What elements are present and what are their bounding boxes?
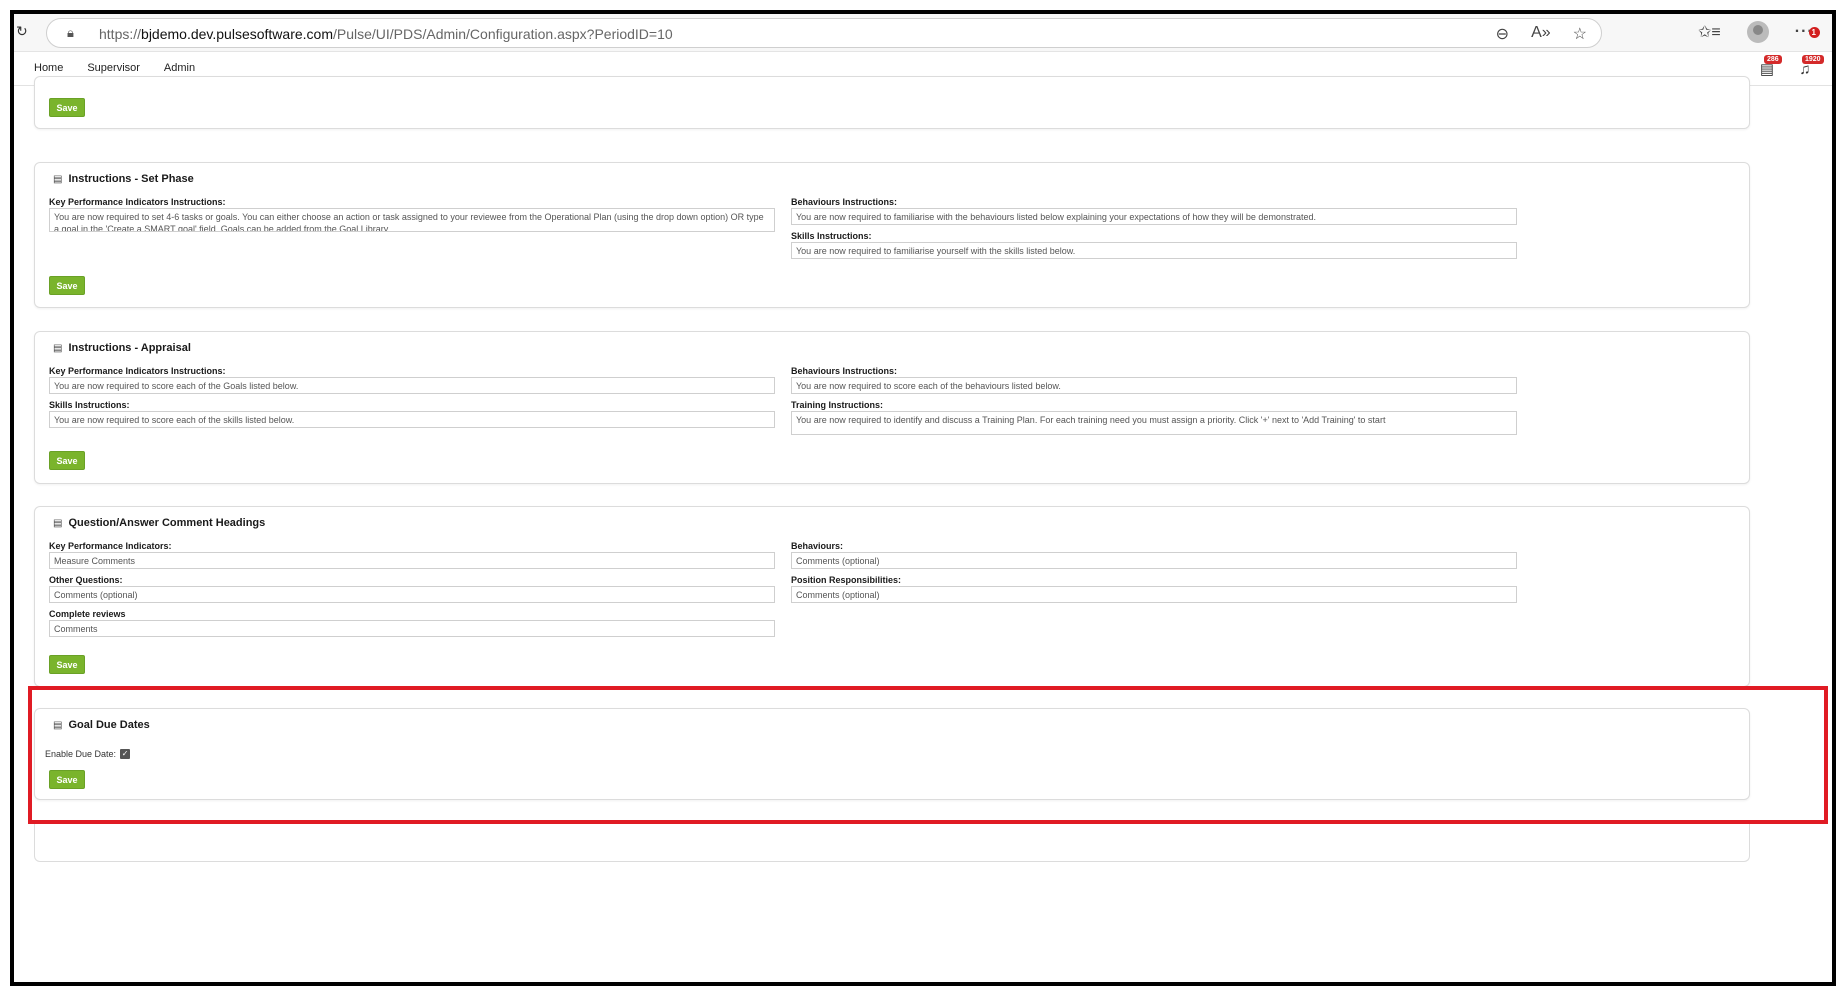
nav-home[interactable]: Home [34, 62, 63, 74]
screenshot-frame: ↻ 🔒︎ https://bjdemo.dev.pulsesoftware.co… [10, 10, 1836, 986]
panel-appraisal: ▤ Instructions - Appraisal Key Performanc… [34, 331, 1750, 484]
panel-bottom-edge [34, 822, 1750, 862]
behaviours-instructions-input[interactable]: You are now required to familiarise with… [791, 208, 1517, 225]
kpi-instructions-label: Key Performance Indicators Instructions: [49, 197, 226, 207]
url-text: https://bjdemo.dev.pulsesoftware.com/Pul… [99, 26, 673, 42]
reload-icon[interactable]: ↻ [16, 23, 28, 40]
kpi-instructions-label: Key Performance Indicators Instructions: [49, 366, 226, 376]
list-icon: ▤ [53, 173, 63, 185]
messages-icon[interactable]: ▤ 286 [1756, 55, 1782, 78]
notifications-bell-icon[interactable]: ♫ 1920 [1794, 55, 1824, 78]
complete-reviews-label: Complete reviews [49, 609, 126, 619]
other-questions-label: Other Questions: [49, 575, 123, 585]
skills-instructions-label: Skills Instructions: [49, 400, 130, 410]
skills-instructions-input[interactable]: You are now required to score each of th… [49, 411, 775, 428]
favorite-star-icon[interactable]: ☆ [1573, 24, 1587, 44]
kpi-heading-input[interactable]: Measure Comments [49, 552, 775, 569]
more-options-icon[interactable]: ··· 1 [1795, 23, 1820, 41]
list-icon: ▤ [53, 517, 63, 529]
nav-admin[interactable]: Admin [164, 62, 195, 74]
panel-set-phase: ▤ Instructions - Set Phase Key Performanc… [34, 162, 1750, 308]
messages-badge: 286 [1764, 55, 1782, 64]
behaviours-instructions-label: Behaviours Instructions: [791, 197, 898, 207]
behaviours-heading-label: Behaviours: [791, 541, 844, 551]
more-badge: 1 [1808, 27, 1820, 38]
kpi-heading-label: Key Performance Indicators: [49, 541, 172, 551]
favorites-icon[interactable]: ✩≡ [1698, 22, 1721, 42]
skills-instructions-label: Skills Instructions: [791, 231, 872, 241]
nav-supervisor[interactable]: Supervisor [87, 62, 140, 74]
browser-toolbar: ↻ 🔒︎ https://bjdemo.dev.pulsesoftware.co… [14, 14, 1832, 52]
training-instructions-label: Training Instructions: [791, 400, 884, 410]
kpi-instructions-input[interactable]: You are now required to score each of th… [49, 377, 775, 394]
position-responsibilities-input[interactable]: Comments (optional) [791, 586, 1517, 603]
read-aloud-icon[interactable]: A» [1531, 24, 1551, 44]
profile-avatar-icon[interactable] [1746, 21, 1769, 43]
panel-title: Question/Answer Comment Headings [68, 517, 266, 529]
kpi-instructions-input[interactable]: You are now required to set 4-6 tasks or… [49, 208, 775, 232]
save-button-set-phase[interactable]: Save [49, 276, 85, 295]
other-questions-input[interactable]: Comments (optional) [49, 586, 775, 603]
panel-previous: Save [34, 76, 1750, 129]
save-button-appraisal[interactable]: Save [49, 451, 85, 470]
panel-qa-headings: ▤ Question/Answer Comment Headings Key Pe… [34, 506, 1750, 687]
notifications-badge: 1920 [1802, 55, 1824, 64]
behaviours-instructions-input[interactable]: You are now required to score each of th… [791, 377, 1517, 394]
position-responsibilities-label: Position Responsibilities: [791, 575, 902, 585]
save-button-previous[interactable]: Save [49, 98, 85, 117]
zoom-out-icon[interactable]: ⊖ [1496, 24, 1509, 44]
panel-title: Instructions - Appraisal [68, 342, 191, 354]
panel-title: Instructions - Set Phase [68, 173, 194, 185]
address-bar[interactable]: 🔒︎ https://bjdemo.dev.pulsesoftware.com/… [46, 18, 1602, 48]
skills-instructions-input[interactable]: You are now required to familiarise your… [791, 242, 1517, 259]
save-button-qa-headings[interactable]: Save [49, 655, 85, 674]
lock-icon: 🔒︎ [67, 25, 74, 40]
training-instructions-input[interactable]: You are now required to identify and dis… [791, 411, 1517, 435]
behaviours-heading-input[interactable]: Comments (optional) [791, 552, 1517, 569]
behaviours-instructions-label: Behaviours Instructions: [791, 366, 898, 376]
highlight-box [28, 686, 1828, 824]
page-content: Save ▤ Instructions - Set Phase Key Perfo… [14, 76, 1832, 982]
list-icon: ▤ [53, 342, 63, 354]
complete-reviews-input[interactable]: Comments [49, 620, 775, 637]
